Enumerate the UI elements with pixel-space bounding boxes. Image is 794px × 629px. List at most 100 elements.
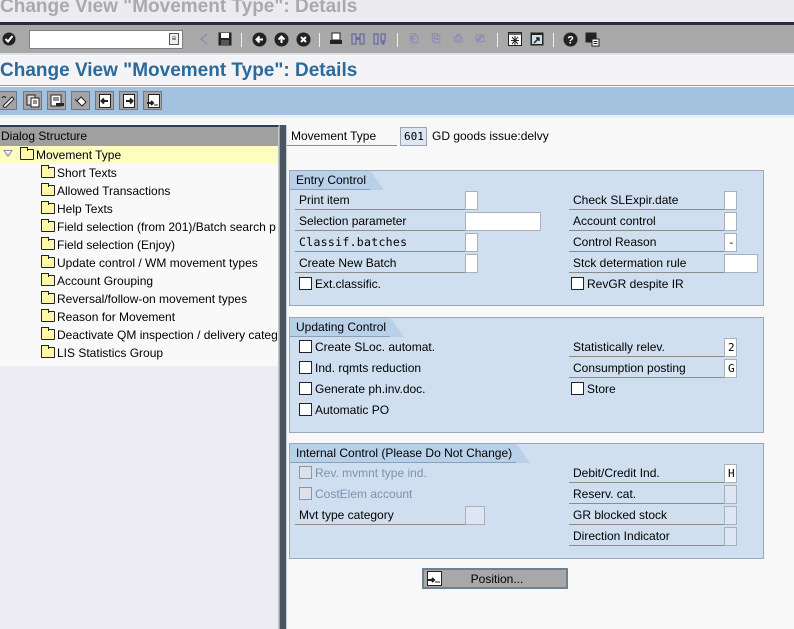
command-field[interactable]: ≡	[29, 30, 183, 49]
detail-panel: Movement Type 601 GD goods issue:delvy E…	[287, 118, 794, 629]
first-page-icon[interactable]: ⎗	[405, 30, 423, 48]
checkbox-box[interactable]	[299, 382, 312, 395]
debit-credit-ind-label: Debit/Credit Ind.	[569, 464, 724, 483]
folder-icon	[41, 165, 55, 178]
print-item-field[interactable]	[465, 191, 478, 210]
revgr-despite-ir-checkbox[interactable]: RevGR despite IR	[571, 275, 684, 293]
rev-mvmnt-type-ind-checkbox: Rev. mvmnt type ind.	[299, 464, 427, 482]
checkbox-box[interactable]	[299, 340, 312, 353]
classif-batches-label: Classif.batches	[295, 233, 465, 252]
command-input[interactable]	[30, 31, 165, 48]
delete-icon[interactable]	[47, 91, 66, 110]
mvt-type-category-field	[465, 506, 485, 525]
tree-node[interactable]: Allowed Transactions	[0, 182, 278, 200]
previous-page-icon[interactable]: ⎘	[427, 30, 445, 48]
display-change-icon[interactable]	[0, 91, 17, 110]
checkbox-box[interactable]	[571, 277, 584, 290]
system-toolbar: ≡ ⎗ ⎘ ⎙ ⎚ ?	[0, 22, 794, 55]
panel-splitter[interactable]	[279, 125, 287, 629]
tree-node-label: Field selection (from 201)/Batch search …	[57, 220, 276, 234]
checkbox-box[interactable]	[299, 361, 312, 374]
layout-menu-icon[interactable]	[583, 30, 601, 48]
check-slexpir-date-field[interactable]	[724, 191, 737, 210]
cancel-icon[interactable]	[294, 30, 312, 48]
tree-node[interactable]: Field selection (Enjoy)	[0, 236, 278, 254]
tree-node[interactable]: Reason for Movement	[0, 308, 278, 326]
command-history-icon[interactable]: ≡	[169, 33, 179, 45]
exit-icon[interactable]	[272, 30, 290, 48]
find-next-icon[interactable]	[371, 30, 389, 48]
revgr-despite-ir-label: RevGR despite IR	[587, 277, 684, 291]
application-toolbar	[0, 87, 794, 115]
tree-node-label: Deactivate QM inspection / delivery cate…	[57, 328, 278, 342]
folder-icon	[41, 291, 55, 304]
checkbox-box[interactable]	[299, 277, 312, 290]
statistically-relev-field[interactable]: 2	[724, 338, 737, 357]
create-session-icon[interactable]	[506, 30, 524, 48]
find-icon[interactable]	[349, 30, 367, 48]
consumption-posting-field[interactable]: G	[724, 359, 737, 378]
ind-rqmts-reduction-checkbox[interactable]: Ind. rqmts reduction	[299, 359, 421, 377]
tree-node-label: Allowed Transactions	[57, 184, 171, 198]
checkbox-box	[299, 487, 312, 500]
tree-node[interactable]: Deactivate QM inspection / delivery cate…	[0, 326, 278, 344]
checkbox-box[interactable]	[299, 403, 312, 416]
create-sloc-automat-checkbox[interactable]: Create SLoc. automat.	[299, 338, 435, 356]
back-arrow-icon[interactable]	[195, 30, 213, 48]
tree-node[interactable]: LIS Statistics Group	[0, 344, 278, 362]
costelem-account-checkbox: CostElem account	[299, 485, 412, 503]
position-button[interactable]: Position...	[422, 568, 568, 589]
tree-node-label: LIS Statistics Group	[57, 346, 164, 360]
tree-node[interactable]: Help Texts	[0, 200, 278, 218]
tree-empty-area	[0, 366, 278, 629]
shortcut-icon[interactable]	[528, 30, 546, 48]
ext-classific-checkbox[interactable]: Ext.classific.	[299, 275, 381, 293]
checkbox-box[interactable]	[571, 382, 584, 395]
account-control-field[interactable]	[724, 212, 737, 231]
tree-node[interactable]: Update control / WM movement types	[0, 254, 278, 272]
selection-parameter-field[interactable]	[465, 212, 541, 231]
page-title: Change View "Movement Type": Details	[0, 60, 358, 81]
previous-entry-icon[interactable]	[95, 91, 114, 110]
generate-ph-inv-doc-checkbox[interactable]: Generate ph.inv.doc.	[299, 380, 426, 398]
save-icon[interactable]	[216, 30, 234, 48]
automatic-po-checkbox[interactable]: Automatic PO	[299, 401, 389, 419]
generate-ph-inv-doc-label: Generate ph.inv.doc.	[315, 382, 426, 396]
classif-batches-field[interactable]	[465, 233, 478, 252]
print-icon[interactable]	[327, 30, 345, 48]
tree-node[interactable]: Reversal/follow-on movement types	[0, 290, 278, 308]
create-new-batch-field[interactable]	[465, 254, 478, 273]
help-icon[interactable]: ?	[561, 30, 579, 48]
enter-icon[interactable]	[0, 30, 18, 48]
debit-credit-ind-field: H	[724, 464, 737, 483]
position-icon[interactable]	[143, 91, 162, 110]
tree-node[interactable]: Field selection (from 201)/Batch search …	[0, 218, 278, 236]
stck-determation-rule-label: Stck determation rule	[569, 254, 724, 273]
last-page-icon[interactable]: ⎚	[471, 30, 489, 48]
store-checkbox[interactable]: Store	[571, 380, 616, 398]
stck-determation-rule-field[interactable]	[724, 254, 758, 273]
back-icon[interactable]	[250, 30, 268, 48]
toolbar-separator	[241, 33, 242, 47]
direction-indicator-label: Direction Indicator	[569, 527, 724, 546]
folder-icon	[41, 219, 55, 232]
copy-icon[interactable]	[23, 91, 42, 110]
dialog-structure-panel: Dialog Structure Movement Type Short Tex…	[0, 125, 285, 629]
statistically-relev-label: Statistically relev.	[569, 338, 724, 357]
toolbar-separator	[553, 33, 554, 47]
control-reason-field[interactable]: -	[724, 233, 737, 252]
folder-icon	[41, 237, 55, 250]
next-page-icon[interactable]: ⎙	[449, 30, 467, 48]
create-sloc-automat-label: Create SLoc. automat.	[315, 340, 436, 354]
window-title: Change View "Movement Type": Details	[0, 0, 358, 17]
undo-icon[interactable]	[71, 91, 90, 110]
tree-node-movement-type[interactable]: Movement Type	[0, 146, 278, 164]
tree-node[interactable]: Short Texts	[0, 164, 278, 182]
position-icon	[427, 571, 442, 586]
expand-collapse-icon[interactable]	[3, 150, 13, 157]
tree-node-label: Reason for Movement	[57, 310, 176, 324]
dialog-structure-tree: Movement Type Short Texts Allowed Transa…	[0, 146, 278, 366]
next-entry-icon[interactable]	[119, 91, 138, 110]
movement-type-field[interactable]: 601	[400, 127, 427, 146]
tree-node[interactable]: Account Grouping	[0, 272, 278, 290]
